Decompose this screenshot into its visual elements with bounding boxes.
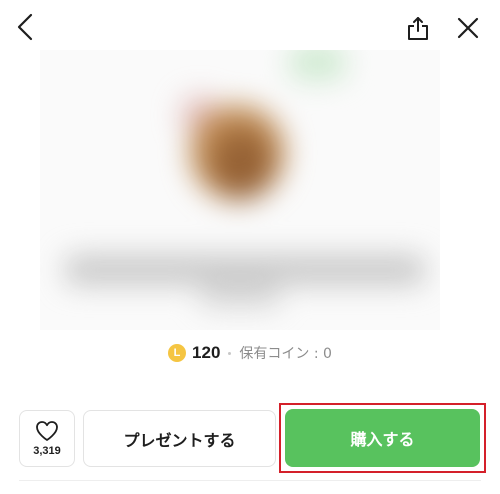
product-image [40, 50, 440, 330]
heart-icon [36, 421, 58, 441]
close-button[interactable] [450, 10, 486, 46]
divider [19, 480, 481, 481]
coin-icon: L [168, 344, 187, 362]
back-button[interactable] [8, 8, 42, 46]
chevron-left-icon [17, 13, 33, 41]
share-icon [408, 17, 428, 40]
share-button[interactable] [400, 10, 436, 46]
present-button[interactable]: プレゼントする [83, 410, 276, 467]
like-button[interactable]: 3,319 [19, 410, 75, 467]
buy-button[interactable]: 購入する [285, 409, 480, 467]
owned-coins-label: 保有コイン : 0 [239, 346, 332, 362]
close-icon [457, 17, 479, 39]
price-row: L 120 保有コイン : 0 [0, 340, 500, 366]
separator-dot [228, 351, 232, 355]
like-count: 3,319 [33, 445, 61, 457]
price-amount: 120 [192, 343, 221, 362]
